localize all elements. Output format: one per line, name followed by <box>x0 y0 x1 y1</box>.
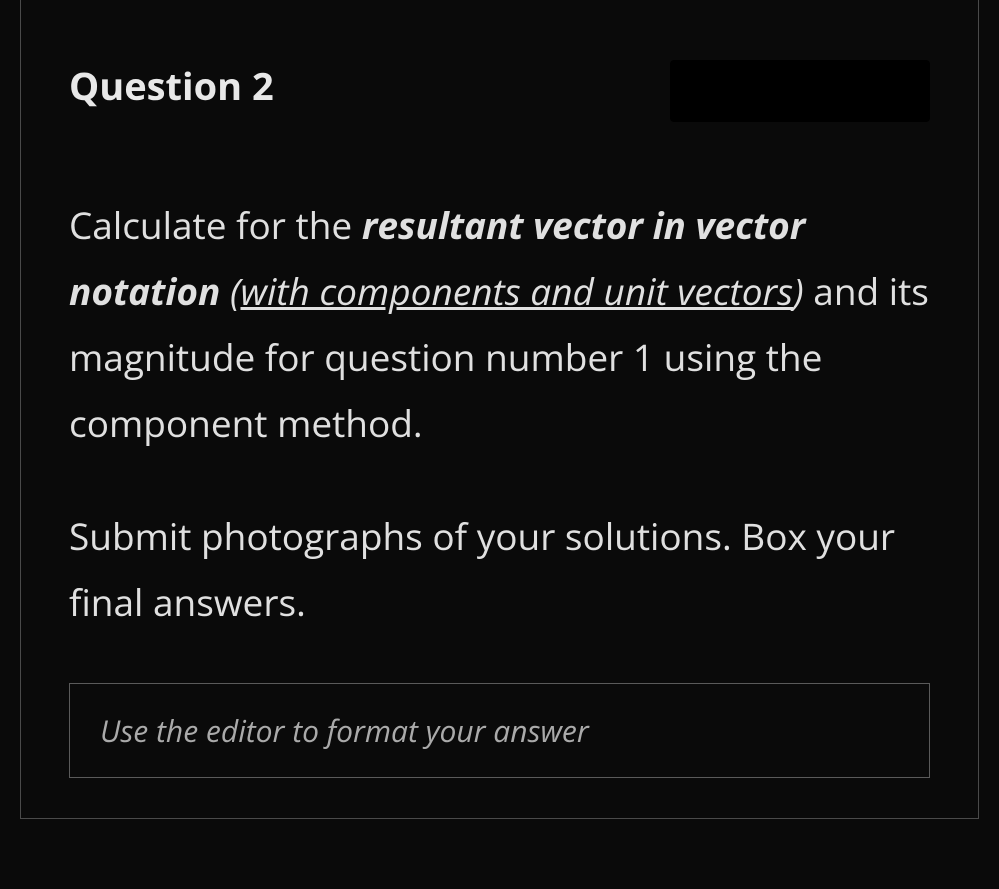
editor-placeholder: Use the editor to format your answer <box>100 710 589 751</box>
text-space <box>220 265 230 316</box>
text-underline-components: with components and unit vectors <box>240 265 793 316</box>
question-paragraph-1: Calculate for the resultant vector in ve… <box>69 192 930 455</box>
points-badge <box>670 60 930 122</box>
question-paragraph-2: Submit photographs of your solutions. Bo… <box>69 503 930 635</box>
question-body: Calculate for the resultant vector in ve… <box>69 192 930 635</box>
text-paren-open: ( <box>230 265 241 316</box>
answer-editor[interactable]: Use the editor to format your answer <box>69 683 930 778</box>
question-title: Question 2 <box>69 60 274 112</box>
question-header: Question 2 <box>69 60 930 122</box>
text-intro: Calculate for the <box>69 199 362 250</box>
text-paren-close: ) <box>793 265 804 316</box>
question-container: Question 2 Calculate for the resultant v… <box>20 0 979 819</box>
